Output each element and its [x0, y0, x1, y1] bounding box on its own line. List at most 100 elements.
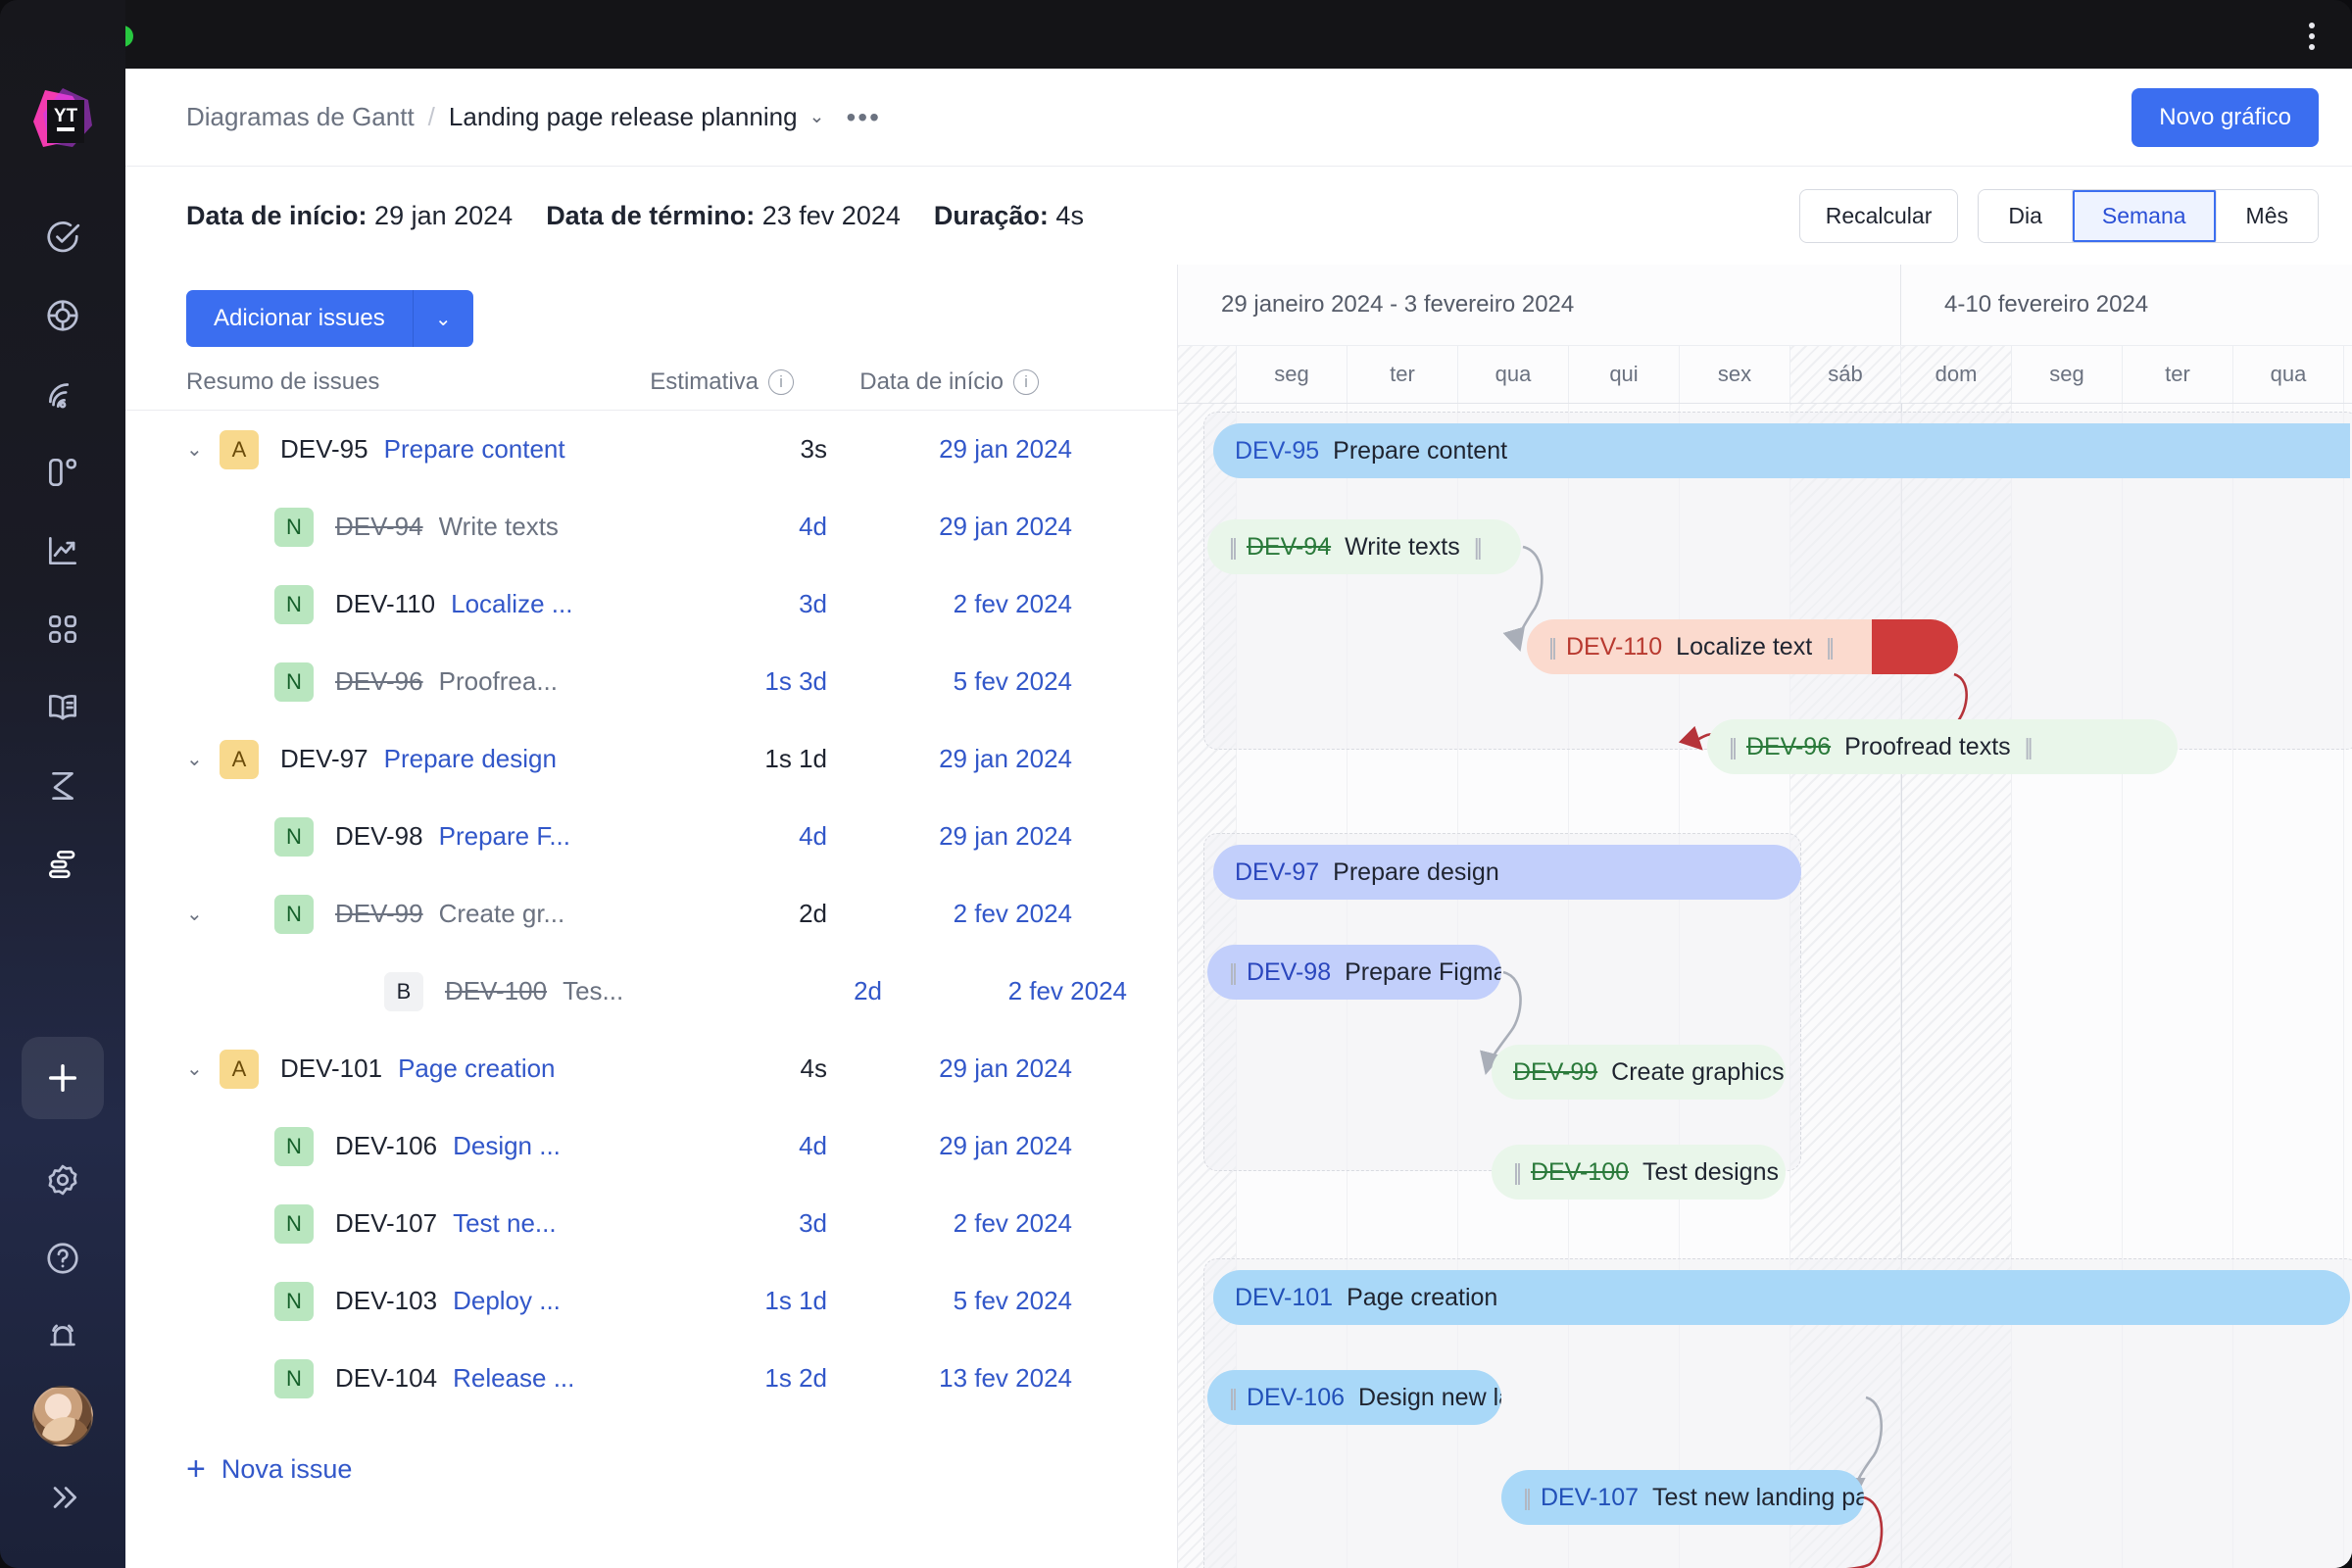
breadcrumb-current[interactable]: Landing page release planning [449, 102, 798, 132]
apps-icon[interactable] [24, 590, 102, 668]
table-row[interactable]: ⌄ A DEV-101 Page creation 4s 29 jan 2024 [125, 1030, 1177, 1107]
expand-icon[interactable] [24, 1458, 102, 1537]
issue-id[interactable]: DEV-96 [335, 666, 423, 697]
gantt-bar[interactable]: DEV-95 Prepare content [1213, 423, 2350, 478]
issue-estimate[interactable]: 2d [696, 976, 882, 1006]
issue-id[interactable]: DEV-97 [280, 744, 368, 774]
add-issues-button[interactable]: Adicionar issues [186, 290, 413, 347]
issue-summary[interactable]: Deploy ... [453, 1286, 561, 1316]
browser-menu-icon[interactable] [2299, 20, 2325, 53]
issue-estimate[interactable]: 1s 1d [641, 1286, 827, 1316]
issue-summary[interactable]: Create gr... [439, 899, 565, 929]
issue-estimate[interactable]: 3d [641, 1208, 827, 1239]
help-icon[interactable] [24, 1219, 102, 1298]
timesheets-icon[interactable] [24, 747, 102, 825]
issue-estimate[interactable]: 4d [641, 1131, 827, 1161]
table-row[interactable]: ⌄ A DEV-95 Prepare content 3s 29 jan 2024 [125, 411, 1177, 488]
new-issue-button[interactable]: + Nova issue [125, 1417, 1177, 1486]
issue-summary[interactable]: Localize ... [451, 589, 572, 619]
recalculate-button[interactable]: Recalcular [1798, 188, 1959, 243]
issue-start-date[interactable]: 2 fev 2024 [882, 976, 1127, 1006]
issue-id[interactable]: DEV-99 [335, 899, 423, 929]
table-row[interactable]: ⌄NDEV-110Localize ...3d2 fev 2024 [125, 565, 1177, 643]
issue-id[interactable]: DEV-104 [335, 1363, 437, 1394]
issue-id[interactable]: DEV-110 [335, 589, 435, 619]
info-icon[interactable]: i [768, 369, 794, 395]
issue-id[interactable]: DEV-103 [335, 1286, 437, 1316]
issue-summary[interactable]: Prepare design [384, 744, 557, 774]
issue-estimate[interactable]: 1s 2d [641, 1363, 827, 1394]
table-row[interactable]: ⌄NDEV-107Test ne...3d2 fev 2024 [125, 1185, 1177, 1262]
gantt-bar[interactable]: ||DEV-100Test designs|| [1492, 1145, 1786, 1200]
issue-start-date[interactable]: 2 fev 2024 [827, 899, 1072, 929]
issue-estimate[interactable]: 1s 3d [641, 666, 827, 697]
issue-id[interactable]: DEV-107 [335, 1208, 437, 1239]
issue-id[interactable]: DEV-98 [335, 821, 423, 852]
issue-summary[interactable]: Page creation [398, 1054, 555, 1084]
gantt-bar-resize-handle[interactable]: || [1513, 1159, 1522, 1186]
issue-estimate[interactable]: 4s [641, 1054, 827, 1084]
issue-start-date[interactable]: 29 jan 2024 [827, 1131, 1072, 1161]
gantt-bar[interactable]: ||DEV-107Test new landing page|| [1501, 1470, 1864, 1525]
issue-id[interactable]: DEV-101 [280, 1054, 382, 1084]
gantt-bar-resize-handle[interactable]: || [2025, 734, 2034, 760]
issue-start-date[interactable]: 29 jan 2024 [827, 744, 1072, 774]
row-expand-icon[interactable]: ⌄ [186, 437, 220, 462]
table-row[interactable]: ⌄NDEV-106Design ...4d29 jan 2024 [125, 1107, 1177, 1185]
issue-summary[interactable]: Release ... [453, 1363, 574, 1394]
issue-start-date[interactable]: 29 jan 2024 [827, 1054, 1072, 1084]
gantt-bar-resize-handle[interactable]: || [1729, 734, 1738, 760]
agile-boards-icon[interactable] [24, 276, 102, 355]
breadcrumb-root[interactable]: Diagramas de Gantt [186, 102, 415, 132]
issue-id[interactable]: DEV-95 [280, 434, 368, 465]
scale-month-button[interactable]: Mês [2216, 189, 2318, 242]
issue-start-date[interactable]: 29 jan 2024 [827, 821, 1072, 852]
gantt-bar[interactable]: DEV-99 Create graphics [1492, 1045, 1786, 1100]
issue-summary[interactable]: Prepare F... [439, 821, 570, 852]
gantt-bar-resize-handle[interactable]: || [1548, 634, 1557, 661]
table-row[interactable]: ⌄NDEV-98Prepare F...4d29 jan 2024 [125, 798, 1177, 875]
row-expand-icon[interactable]: ⌄ [186, 902, 220, 926]
chevron-down-icon[interactable]: ⌄ [809, 106, 825, 128]
issue-summary[interactable]: Design ... [453, 1131, 561, 1161]
scale-week-button[interactable]: Semana [2072, 189, 2217, 242]
gantt-bar[interactable]: || DEV-96 Proofread texts || [1707, 719, 2178, 774]
issue-estimate[interactable]: 3d [641, 589, 827, 619]
issue-estimate[interactable]: 1s 1d [641, 744, 827, 774]
issue-start-date[interactable]: 2 fev 2024 [827, 1208, 1072, 1239]
gantt-bar[interactable]: || DEV-110 Localize text || [1527, 619, 1958, 674]
table-row[interactable]: ⌄NDEV-94Write texts4d29 jan 2024 [125, 488, 1177, 565]
issue-id[interactable]: DEV-94 [335, 512, 423, 542]
reports-icon[interactable] [24, 512, 102, 590]
gantt-bar[interactable]: ||DEV-106Design new landi...|| [1207, 1370, 1501, 1425]
scale-day-button[interactable]: Dia [1979, 189, 2073, 242]
issue-id[interactable]: DEV-100 [445, 976, 547, 1006]
table-row[interactable]: ⌄BDEV-100Tes...2d2 fev 2024 [125, 953, 1177, 1030]
issue-estimate[interactable]: 4d [641, 512, 827, 542]
row-expand-icon[interactable]: ⌄ [186, 1056, 220, 1081]
new-chart-button[interactable]: Novo gráfico [2132, 87, 2319, 147]
issue-summary[interactable]: Proofrea... [439, 666, 558, 697]
gantt-bar[interactable]: ||DEV-98Prepare Figma draft|| [1207, 945, 1501, 1000]
issue-start-date[interactable]: 5 fev 2024 [827, 666, 1072, 697]
gantt-bar-resize-handle[interactable]: || [1474, 534, 1483, 561]
issue-start-date[interactable]: 29 jan 2024 [827, 512, 1072, 542]
issue-estimate[interactable]: 3s [641, 434, 827, 465]
knowledge-base-icon[interactable] [24, 668, 102, 747]
gantt-bar-resize-handle[interactable]: || [1826, 634, 1835, 661]
issue-estimate[interactable]: 2d [641, 899, 827, 929]
gantt-bar-resize-handle[interactable]: || [1523, 1485, 1532, 1511]
info-icon[interactable]: i [1013, 369, 1039, 395]
issues-icon[interactable] [24, 198, 102, 276]
table-row[interactable]: ⌄ N DEV-99 Create gr... 2d 2 fev 2024 [125, 875, 1177, 953]
gantt-charts-icon[interactable] [24, 825, 102, 904]
issue-summary[interactable]: Tes... [563, 976, 623, 1006]
gantt-bar-resize-handle[interactable]: || [1229, 1385, 1238, 1411]
gantt-bar[interactable]: DEV-97 Prepare design [1213, 845, 1801, 900]
gantt-bar[interactable]: DEV-101 Page creation [1213, 1270, 2350, 1325]
issue-estimate[interactable]: 4d [641, 821, 827, 852]
gear-icon[interactable] [24, 1141, 102, 1219]
table-row[interactable]: ⌄ A DEV-97 Prepare design 1s 1d 29 jan 2024 [125, 720, 1177, 798]
add-icon[interactable] [22, 1037, 104, 1119]
table-row[interactable]: ⌄NDEV-103Deploy ...1s 1d5 fev 2024 [125, 1262, 1177, 1340]
